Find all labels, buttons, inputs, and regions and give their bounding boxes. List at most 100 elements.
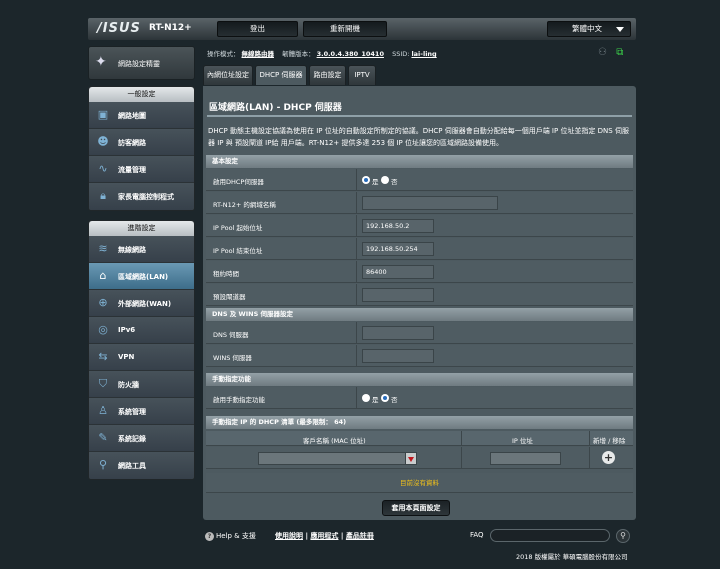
magic-wand-icon: ✦ <box>95 54 107 70</box>
wins-server-input[interactable] <box>362 349 434 363</box>
page-description: DHCP 動態主機設定協議為使用在 IP 位址的自動設定所制定的協議。DHCP … <box>208 127 629 147</box>
footer-links: 使用說明 | 應用程式 | 產品註冊 <box>275 531 374 541</box>
status-line: 操作模式： 無線路由器 韌體版本： 3.0.0.4.380_10410 SSID: l… <box>207 48 443 58</box>
default-gateway-label: 預設閘道器 <box>213 293 246 301</box>
utility-link[interactable]: 應用程式 <box>310 532 338 540</box>
search-icon: ⚲ <box>620 531 626 540</box>
sidebar-item-wan[interactable]: ⊕ 外部網路(WAN) <box>89 290 194 317</box>
enable-dhcp-no-radio[interactable] <box>381 176 389 184</box>
tab-lan-ip[interactable]: 內網位址設定 <box>203 65 253 85</box>
sidebar-advanced-title: 進階設定 <box>89 221 194 236</box>
basic-settings-header: 基本設定 <box>206 155 633 168</box>
dns-wins-header: DNS 及 WINS 伺服器設定 <box>206 308 633 321</box>
column-client-name: 客戶名稱 (MAC 位址) <box>303 437 366 445</box>
enable-dhcp-yes-radio[interactable] <box>362 176 370 184</box>
operation-mode-value[interactable]: 無線路由器 <box>242 50 275 58</box>
help-support-label: Help & 支援 <box>216 532 256 540</box>
enable-manual-yes-radio[interactable] <box>362 394 370 402</box>
row-ip-pool-end: IP Pool 結束位址 192.168.50.254 <box>206 238 633 260</box>
dns-server-label: DNS 伺服器 <box>213 331 249 339</box>
language-value: 繁體中文 <box>572 24 602 33</box>
sidebar-item-ipv6[interactable]: ◎ IPv6 <box>89 317 194 344</box>
parental-control-icon: 🔒︎ <box>100 189 106 202</box>
lease-time-input[interactable]: 86400 <box>362 265 434 279</box>
sidebar-advanced: 進階設定 ≋ 無線網路 ⌂ 區域網路(LAN) ⊕ 外部網路(WAN) ◎ IP… <box>88 220 195 480</box>
quick-setup-label: 網路設定精靈 <box>118 60 160 68</box>
ip-pool-end-input[interactable]: 192.168.50.254 <box>362 242 434 256</box>
domain-name-input[interactable] <box>362 196 498 210</box>
no-label: 否 <box>391 178 398 186</box>
network-map-icon: ▣ <box>97 108 109 121</box>
sidebar-item-label: 網路地圖 <box>118 112 146 120</box>
sidebar-item-lan[interactable]: ⌂ 區域網路(LAN) <box>89 263 194 290</box>
footer-divider: | <box>305 532 308 540</box>
faq-search-input[interactable] <box>490 529 610 542</box>
sidebar-item-network-map[interactable]: ▣ 網路地圖 <box>89 102 194 129</box>
row-domain-name: RT-N12+ 的網域名稱 <box>206 192 633 214</box>
asus-logo[interactable]: /ISUS <box>97 21 141 36</box>
sidebar-general-title: 一般設定 <box>89 87 194 102</box>
firmware-label: 韌體版本： <box>282 50 315 58</box>
internet-status-icon[interactable]: ⧉ <box>616 47 628 58</box>
sidebar-item-label: 訪客網路 <box>118 139 146 147</box>
no-label: 否 <box>391 396 398 404</box>
client-mac-input[interactable] <box>258 452 408 465</box>
sidebar-item-firewall[interactable]: ⛉ 防火牆 <box>89 371 194 398</box>
ip-address-input[interactable] <box>490 452 561 465</box>
apply-button[interactable]: 套用本頁面設定 <box>382 500 450 516</box>
logout-button[interactable]: 登出 <box>217 21 298 37</box>
sidebar-item-label: 家長電腦控制程式 <box>118 193 174 201</box>
home-icon: ⌂ <box>99 269 107 282</box>
main-panel: 區域網路(LAN) - DHCP 伺服器 DHCP 動態主機設定協議為使用在 I… <box>203 86 636 520</box>
default-gateway-input[interactable] <box>362 288 434 302</box>
dns-server-input[interactable] <box>362 326 434 340</box>
sidebar-item-network-tools[interactable]: ⚲ 網路工具 <box>89 452 194 479</box>
quick-setup-button[interactable]: ✦ 網路設定精靈 <box>88 46 195 80</box>
language-select[interactable]: 繁體中文 <box>547 21 631 37</box>
sidebar-item-label: 系統記錄 <box>118 435 146 443</box>
sidebar-item-label: 無線網路 <box>118 246 146 254</box>
tab-dhcp-server[interactable]: DHCP 伺服器 <box>255 65 307 85</box>
manual-link[interactable]: 使用說明 <box>275 532 303 540</box>
firmware-value[interactable]: 3.0.0.4.380_10410 <box>317 50 384 58</box>
tab-iptv[interactable]: IPTV <box>348 65 376 85</box>
sidebar-item-label: IPv6 <box>118 326 136 334</box>
ip-pool-start-input[interactable]: 192.168.50.2 <box>362 219 434 233</box>
sidebar-item-administration[interactable]: ♙ 系統管理 <box>89 398 194 425</box>
help-support[interactable]: ? Help & 支援 <box>205 531 256 541</box>
reboot-button[interactable]: 重新開機 <box>303 21 387 37</box>
ssid-label: SSID: <box>392 50 410 58</box>
sidebar-item-label: 系統管理 <box>118 408 146 416</box>
row-lease-time: 租約時間 86400 <box>206 261 633 283</box>
client-dropdown-button[interactable] <box>405 452 417 465</box>
sidebar-item-guest-network[interactable]: ☻ 訪客網路 <box>89 129 194 156</box>
users-icon[interactable]: ⚇ <box>598 47 610 58</box>
sidebar-item-parental-control[interactable]: 🔒︎ 家長電腦控制程式 <box>89 183 194 210</box>
lease-time-label: 租約時間 <box>213 270 239 278</box>
operation-mode-label: 操作模式： <box>207 50 240 58</box>
vpn-icon: ⇆ <box>98 350 108 363</box>
yes-label: 是 <box>372 396 379 404</box>
column-add-remove: 新增 / 移除 <box>593 437 626 445</box>
user-icon: ♙ <box>98 404 108 417</box>
sidebar-item-traffic-manager[interactable]: ∿ 流量管理 <box>89 156 194 183</box>
sidebar-item-label: VPN <box>118 353 135 361</box>
sidebar-item-system-log[interactable]: ✎ 系統記錄 <box>89 425 194 452</box>
sidebar-item-label: 流量管理 <box>118 166 146 174</box>
tab-route[interactable]: 路由設定 <box>309 65 346 85</box>
row-enable-manual: 啟用手動指定功能 是 否 <box>206 387 633 409</box>
manual-list-columns: 客戶名稱 (MAC 位址) IP 位址 新增 / 移除 <box>206 431 633 446</box>
model-name: RT-N12+ <box>149 23 192 33</box>
add-entry-button[interactable]: + <box>602 451 615 464</box>
sidebar-item-label: 防火牆 <box>118 381 139 389</box>
ssid-value[interactable]: lai-ling <box>411 50 436 58</box>
sidebar-item-vpn[interactable]: ⇆ VPN <box>89 344 194 371</box>
domain-name-label: RT-N12+ 的網域名稱 <box>213 201 276 209</box>
search-button[interactable]: ⚲ <box>616 529 630 543</box>
enable-manual-no-radio[interactable] <box>381 394 389 402</box>
product-registration-link[interactable]: 產品註冊 <box>346 532 374 540</box>
sidebar-general: 一般設定 ▣ 網路地圖 ☻ 訪客網路 ∿ 流量管理 🔒︎ 家長電腦控制程式 <box>88 86 195 211</box>
top-bar: /ISUS RT-N12+ 登出 重新開機 繁體中文 <box>88 18 636 40</box>
chevron-down-icon <box>408 457 414 462</box>
sidebar-item-wireless[interactable]: ≋ 無線網路 <box>89 236 194 263</box>
